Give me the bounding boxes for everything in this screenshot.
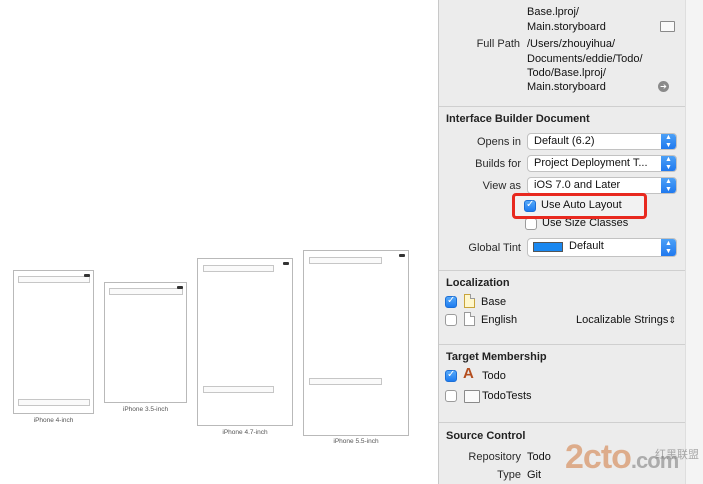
use-size-classes-checkbox[interactable] [525, 218, 537, 230]
strings-file-icon [464, 312, 475, 326]
popup-arrows-icon: ▲ ▼ [661, 134, 676, 149]
global-tint-value: Default [569, 240, 604, 252]
divider [439, 422, 686, 423]
builds-for-label: Builds for [475, 158, 521, 170]
opens-in-label: Opens in [476, 136, 521, 148]
popup-arrows-icon: ▲ ▼ [661, 156, 676, 171]
localization-base-checkbox[interactable] [445, 295, 457, 308]
status-indicator [399, 254, 405, 257]
divider [439, 106, 686, 107]
section-title-ib-document: Interface Builder Document [446, 113, 590, 125]
file-inspector: Base.lproj/ Main.storyboard Full Path /U… [438, 0, 686, 484]
target-todotests-label: TodoTests [482, 390, 532, 402]
repository-label: Repository [468, 451, 521, 463]
builds-for-value: Project Deployment T... [534, 157, 648, 169]
target-todo-checkbox[interactable] [445, 369, 457, 382]
target-todotests-checkbox[interactable] [445, 390, 457, 402]
view-as-label: View as [482, 180, 521, 192]
status-indicator [177, 286, 183, 289]
storyboard-canvas[interactable]: iPhone 4-inch iPhone 3.5-inch iPhone 4.7… [0, 0, 438, 484]
device-label: iPhone 5.5-inch [333, 438, 379, 445]
full-path-line-4: Main.storyboard [527, 81, 606, 93]
popup-arrows-icon: ⇕ [668, 315, 676, 325]
opens-in-popup[interactable]: Default (6.2) ▲ ▼ [527, 133, 677, 150]
type-label: Type [497, 469, 521, 481]
full-path-line-1: /Users/zhouyihua/ [527, 38, 616, 50]
localization-english-label: English [481, 314, 518, 326]
device-preview-iphone-4-inch[interactable] [13, 270, 94, 414]
reveal-in-finder-icon[interactable]: ➔ [658, 81, 669, 92]
watermark-logo-text: 2cto [565, 438, 632, 476]
toolbar [18, 399, 90, 406]
watermark-tag: 红黑联盟 [655, 449, 699, 461]
full-path-line-2: Documents/eddie/Todo/ [527, 53, 643, 65]
status-indicator [283, 262, 289, 265]
navigation-bar [109, 288, 183, 295]
builds-for-popup[interactable]: Project Deployment T... ▲ ▼ [527, 155, 677, 172]
type-value: Git [527, 469, 542, 481]
full-path-line-3: Todo/Base.lproj/ [527, 67, 606, 79]
localization-type-value: Localizable Strings [576, 314, 669, 326]
target-todo-label: Todo [482, 370, 506, 382]
location-value-line-2: Main.storyboard [527, 21, 606, 33]
global-tint-swatch [533, 241, 563, 252]
device-label: iPhone 4-inch [33, 417, 74, 424]
popup-arrows-icon: ▲ ▼ [661, 239, 676, 256]
popup-arrows-icon: ▲ ▼ [661, 178, 676, 193]
device-label: iPhone 3.5-inch [122, 406, 169, 413]
toolbar [203, 386, 274, 393]
opens-in-value: Default (6.2) [534, 135, 595, 147]
localization-english-checkbox[interactable] [445, 314, 457, 326]
test-bundle-icon [464, 390, 480, 403]
storyboard-file-icon [464, 294, 475, 308]
location-value-line-1: Base.lproj/ [527, 6, 579, 18]
navigation-bar [203, 265, 274, 272]
use-auto-layout-checkbox[interactable] [524, 199, 536, 212]
localization-base-label: Base [481, 296, 507, 308]
global-tint-popup[interactable]: Default ▲ ▼ [527, 238, 677, 257]
device-preview-iphone-5-5-inch[interactable] [303, 250, 409, 436]
status-indicator [84, 274, 90, 277]
navigation-bar [309, 257, 382, 264]
device-preview-iphone-3-5-inch[interactable] [104, 282, 187, 403]
device-label: iPhone 4.7-inch [222, 429, 268, 436]
inspector-scrollbar[interactable] [685, 0, 703, 484]
app-target-icon: A [463, 365, 474, 382]
folder-icon[interactable] [660, 21, 675, 32]
divider [439, 270, 686, 271]
navigation-bar [18, 276, 90, 283]
section-title-localization: Localization [446, 277, 510, 289]
full-path-label: Full Path [476, 38, 520, 50]
view-as-value: iOS 7.0 and Later [534, 179, 621, 191]
global-tint-label: Global Tint [468, 242, 521, 254]
repository-value: Todo [527, 451, 551, 463]
device-preview-iphone-4-7-inch[interactable] [197, 258, 293, 426]
section-title-target-membership: Target Membership [446, 351, 547, 363]
divider [439, 344, 686, 345]
toolbar [309, 378, 382, 385]
localization-english-type-popup[interactable]: Localizable Strings⇕ [576, 313, 676, 328]
use-auto-layout-label: Use Auto Layout [541, 199, 622, 211]
section-title-source-control: Source Control [446, 430, 526, 442]
view-as-popup[interactable]: iOS 7.0 and Later ▲ ▼ [527, 177, 677, 194]
